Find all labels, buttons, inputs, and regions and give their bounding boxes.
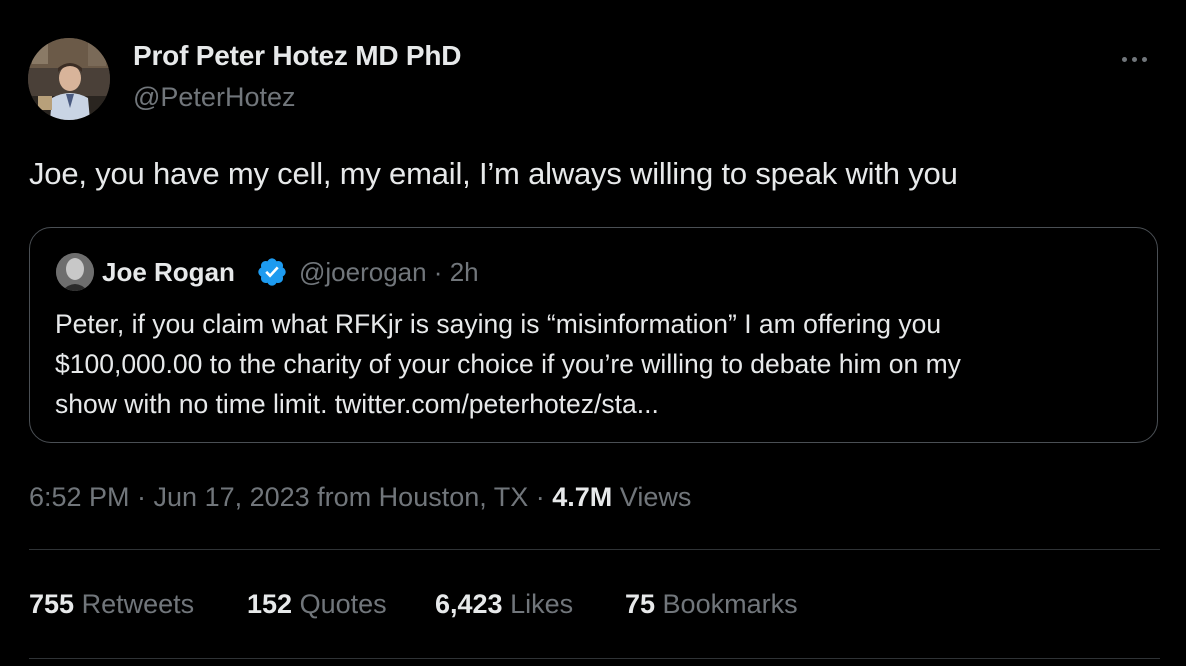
tweet-timestamp[interactable]: 6:52 PM · Jun 17, 2023 from Houston, TX …	[29, 482, 552, 512]
likes-count: 6,423	[435, 589, 503, 619]
likes-stat[interactable]: 6,423 Likes	[435, 589, 573, 620]
quoted-author-avatar[interactable]	[56, 253, 94, 291]
divider	[29, 549, 1160, 550]
views-label: Views	[612, 482, 692, 512]
more-horizontal-icon	[1122, 57, 1127, 62]
retweets-count: 755	[29, 589, 75, 619]
author-avatar[interactable]	[28, 38, 110, 120]
quoted-author-name[interactable]: Joe Rogan	[102, 257, 235, 288]
author-name[interactable]: Prof Peter Hotez MD PhD	[133, 40, 462, 72]
views-count: 4.7M	[552, 482, 613, 512]
bookmarks-count: 75	[625, 589, 656, 619]
quotes-count: 152	[247, 589, 293, 619]
quoted-tweet-text: Peter, if you claim what RFKjr is saying…	[55, 304, 1145, 424]
quoted-text-line: Peter, if you claim what RFKjr is saying…	[55, 309, 942, 339]
quoted-text-line: $100,000.00 to the charity of your choic…	[55, 349, 961, 379]
quoted-handle-time[interactable]: @joerogan · 2h	[299, 257, 479, 288]
verified-badge-icon	[258, 258, 286, 286]
more-horizontal-icon	[1142, 57, 1147, 62]
tweet-meta: 6:52 PM · Jun 17, 2023 from Houston, TX …	[29, 482, 691, 513]
retweets-label: Retweets	[74, 589, 195, 619]
likes-label: Likes	[502, 589, 574, 619]
quoted-text-line: show with no time limit. twitter.com/pet…	[55, 389, 659, 419]
quoted-tweet-card[interactable]: Joe Rogan @joerogan · 2h Peter, if you c…	[29, 227, 1158, 443]
author-handle[interactable]: @PeterHotez	[133, 82, 295, 113]
quotes-stat[interactable]: 152 Quotes	[247, 589, 387, 620]
more-options-button[interactable]	[1118, 44, 1154, 74]
divider	[29, 658, 1160, 659]
more-horizontal-icon	[1132, 57, 1137, 62]
quotes-label: Quotes	[292, 589, 387, 619]
retweets-stat[interactable]: 755 Retweets	[29, 589, 194, 620]
tweet-text: Joe, you have my cell, my email, I’m alw…	[29, 156, 958, 191]
bookmarks-label: Bookmarks	[655, 589, 798, 619]
bookmarks-stat[interactable]: 75 Bookmarks	[625, 589, 798, 620]
tweet-container: Prof Peter Hotez MD PhD @PeterHotez Joe,…	[0, 0, 1186, 666]
